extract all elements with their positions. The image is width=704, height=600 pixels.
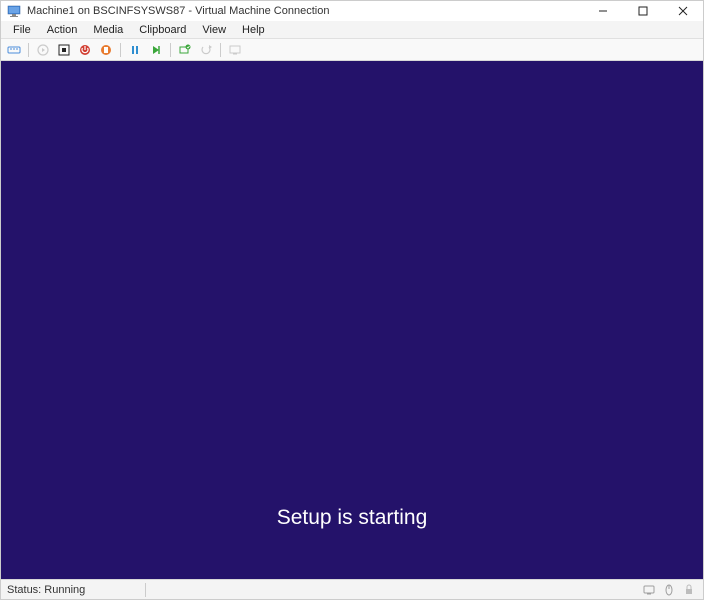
shutdown-button[interactable] [76, 41, 94, 59]
toolbar-separator [28, 43, 29, 57]
titlebar[interactable]: Machine1 on BSCINFSYSWS87 - Virtual Mach… [1, 1, 703, 21]
checkpoint-button[interactable] [176, 41, 194, 59]
ctrl-alt-del-button[interactable] [5, 41, 23, 59]
menu-help[interactable]: Help [234, 24, 273, 36]
turnoff-button[interactable] [55, 41, 73, 59]
window-controls [583, 1, 703, 21]
save-button[interactable] [97, 41, 115, 59]
mouse-icon [661, 582, 677, 598]
maximize-button[interactable] [623, 1, 663, 21]
minimize-button[interactable] [583, 1, 623, 21]
menu-media[interactable]: Media [85, 24, 131, 36]
start-button [34, 41, 52, 59]
menu-action[interactable]: Action [39, 24, 86, 36]
menubar: File Action Media Clipboard View Help [1, 21, 703, 39]
enhanced-session-button [226, 41, 244, 59]
reset-button[interactable] [147, 41, 165, 59]
lock-icon [681, 582, 697, 598]
app-icon [7, 4, 21, 18]
toolbar [1, 39, 703, 61]
close-button[interactable] [663, 1, 703, 21]
status-text: Status: Running [7, 584, 85, 596]
statusbar: Status: Running [1, 579, 703, 599]
toolbar-separator [120, 43, 121, 57]
vm-display[interactable]: Setup is starting [1, 61, 703, 579]
display-config-icon [641, 582, 657, 598]
menu-clipboard[interactable]: Clipboard [131, 24, 194, 36]
window-title: Machine1 on BSCINFSYSWS87 - Virtual Mach… [27, 5, 583, 17]
menu-view[interactable]: View [194, 24, 234, 36]
pause-button[interactable] [126, 41, 144, 59]
revert-button [197, 41, 215, 59]
setup-message: Setup is starting [277, 506, 428, 530]
toolbar-separator [170, 43, 171, 57]
status-separator [145, 583, 146, 597]
toolbar-separator [220, 43, 221, 57]
menu-file[interactable]: File [5, 24, 39, 36]
